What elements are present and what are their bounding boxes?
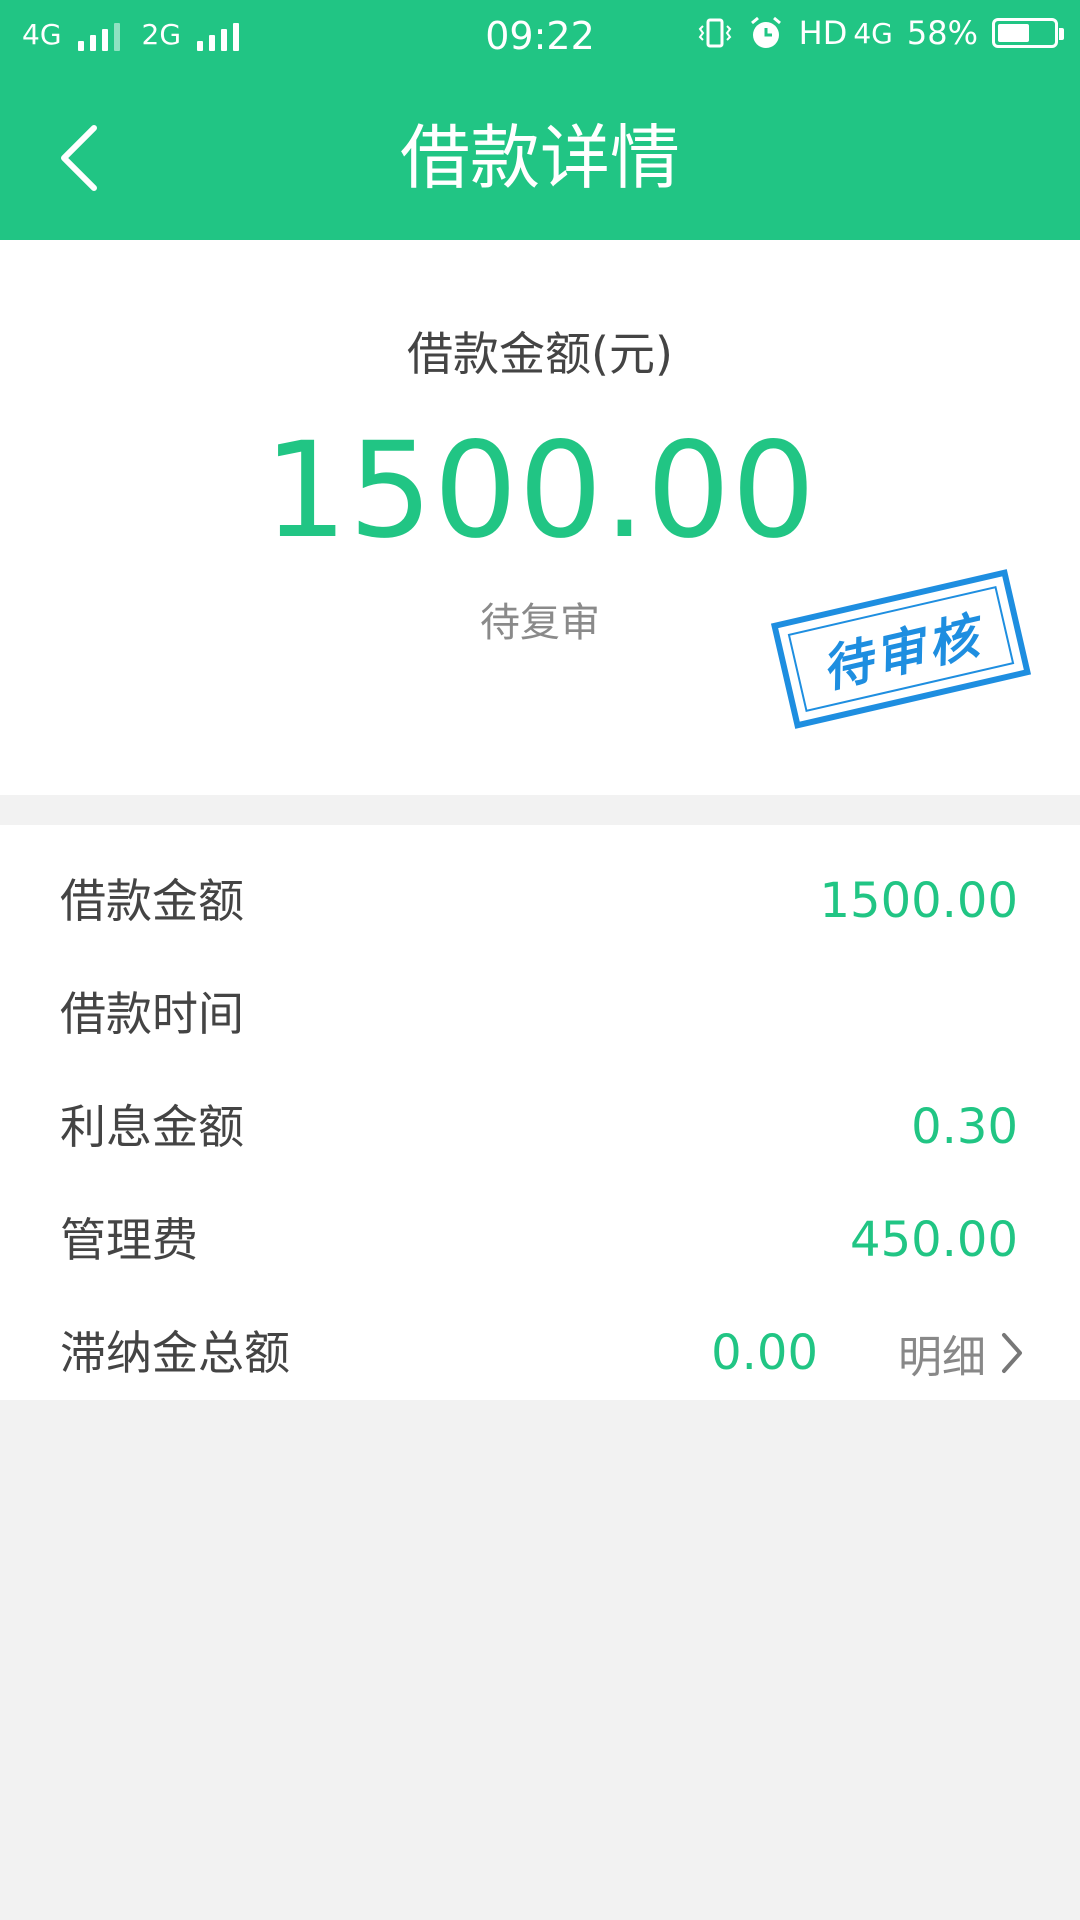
detail-label: 借款时间 bbox=[60, 987, 244, 1041]
detail-link-label: 明细 bbox=[898, 1332, 986, 1383]
detail-row-interest: 利息金额 0.30 bbox=[0, 1071, 1080, 1183]
loan-details-list: 借款金额 1500.00 借款时间 利息金额 0.30 管理费 450.00 滞… bbox=[0, 825, 1080, 1400]
detail-label: 利息金额 bbox=[60, 1100, 244, 1154]
nav-bar: 借款详情 bbox=[0, 76, 1080, 240]
detail-row-management-fee: 管理费 450.00 bbox=[0, 1184, 1080, 1296]
detail-row-late-fee: 滞纳金总额 0.00 明细 bbox=[0, 1297, 1080, 1409]
battery-icon bbox=[992, 18, 1064, 48]
detail-value: 1500.00 bbox=[819, 873, 1019, 929]
page-title: 借款详情 bbox=[400, 117, 680, 199]
loan-summary-card: 借款金额(元) 1500.00 待复审 待审核 bbox=[0, 240, 1080, 795]
detail-value: 450.00 bbox=[850, 1212, 1018, 1268]
loan-amount: 1500.00 bbox=[263, 414, 817, 568]
detail-row-loan-time: 借款时间 bbox=[0, 958, 1080, 1070]
detail-value: 0.30 bbox=[911, 1099, 1018, 1155]
detail-value: 0.00 bbox=[711, 1325, 818, 1381]
data-network-label: 4G bbox=[853, 16, 893, 50]
amount-label: 借款金额(元) bbox=[407, 327, 673, 381]
status-bar: 4G 2G 09:22 HD 4G 58% bbox=[0, 0, 1080, 76]
late-fee-detail-link[interactable]: 明细 bbox=[898, 1297, 1024, 1409]
detail-label: 管理费 bbox=[60, 1213, 198, 1267]
detail-label: 借款金额 bbox=[60, 874, 244, 928]
chevron-right-icon bbox=[1002, 1333, 1022, 1373]
alarm-icon bbox=[750, 16, 781, 48]
hd-label: HD bbox=[798, 14, 848, 52]
vibrate-icon bbox=[698, 18, 731, 48]
detail-label: 滞纳金总额 bbox=[60, 1326, 290, 1380]
battery-percent: 58% bbox=[906, 14, 978, 52]
header: 4G 2G 09:22 HD 4G 58% 借款详情 bbox=[0, 0, 1080, 240]
detail-row-loan-amount: 借款金额 1500.00 bbox=[0, 845, 1080, 957]
status-icons: HD 4G 58% bbox=[697, 14, 1064, 52]
